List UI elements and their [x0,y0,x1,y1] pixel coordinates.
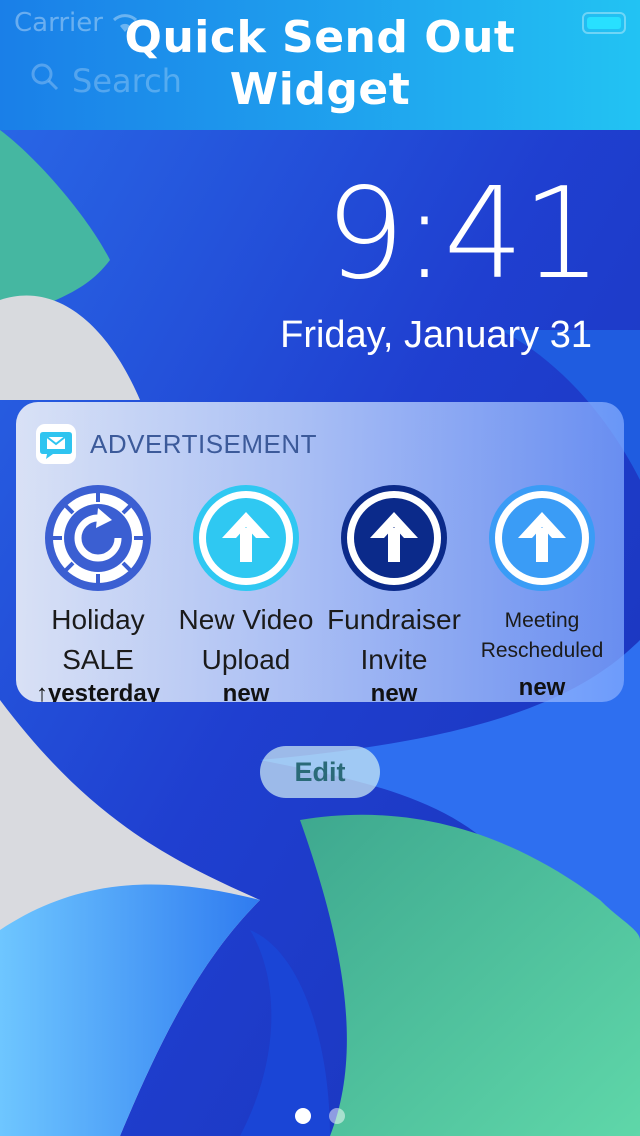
page-dot-active[interactable] [295,1108,311,1124]
item-status: new [222,680,270,702]
banner-title-line1: Quick Send Out [124,12,516,63]
widget-item-new-video-upload[interactable]: New Video Upload new [172,482,320,702]
lockscreen-date: Friday, January 31 [280,314,592,356]
item-status: ↑yesterday [35,680,161,702]
upload-arrow-icon [320,482,468,594]
widget-item-holiday-sale[interactable]: Holiday SALE ↑yesterday [24,482,172,702]
upload-arrow-icon [172,482,320,594]
item-title: Fundraiser [327,604,461,635]
item-status: new [518,674,566,701]
page-indicator[interactable] [0,1108,640,1124]
banner-title: Quick Send Out Widget [0,12,640,116]
widget-item-fundraiser-invite[interactable]: Fundraiser Invite new [320,482,468,702]
mail-bubble-icon [36,424,76,464]
quick-send-widget: ADVERTISEMENT Holiday SALE ↑yesterday Ne… [16,402,624,702]
widget-item-meeting-rescheduled[interactable]: Meeting Rescheduled new [468,482,616,702]
item-subtitle: Upload [201,644,291,675]
item-title: New Video [178,604,314,635]
lockscreen-time: 9:41 [325,160,602,307]
item-subtitle: SALE [62,644,134,675]
page-dot[interactable] [329,1108,345,1124]
header-banner: Carrier Search Quick Send Out Widget [0,0,640,130]
widget-header: ADVERTISEMENT [36,424,317,464]
item-subtitle: Rescheduled [480,639,604,662]
refresh-dial-icon [24,482,172,594]
item-subtitle: Invite [360,644,428,675]
item-status: new [370,680,418,702]
item-title: Holiday [51,604,145,635]
upload-arrow-icon [468,482,616,594]
banner-title-line2: Widget [229,64,411,115]
item-title: Meeting [504,609,580,632]
edit-button[interactable]: Edit [260,746,380,798]
widget-label: ADVERTISEMENT [90,428,318,459]
